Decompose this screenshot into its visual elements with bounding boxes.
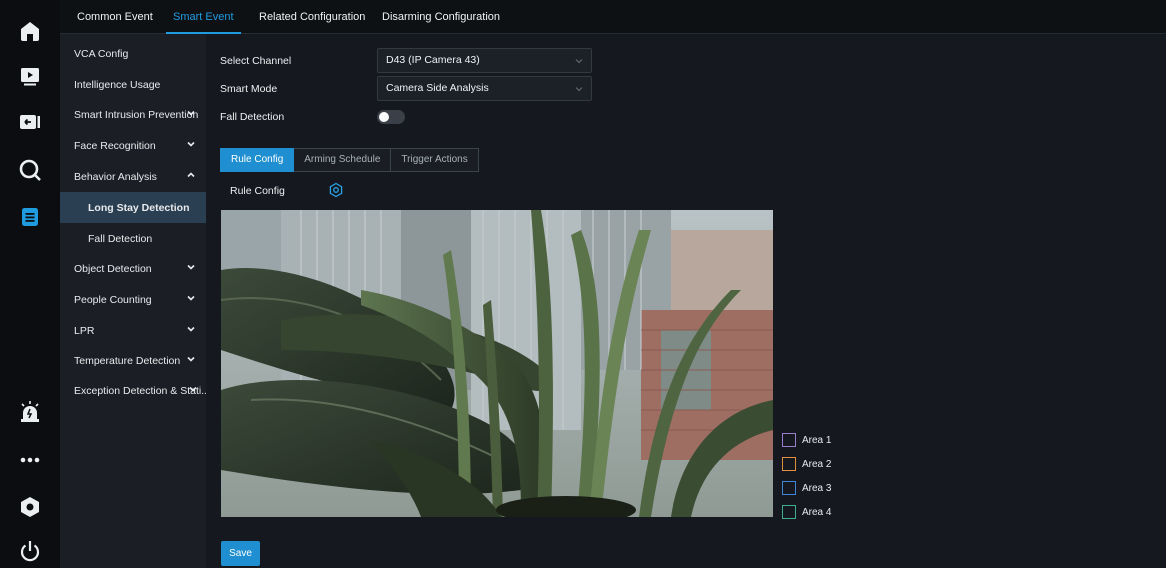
toggle-knob (379, 112, 389, 122)
menu-item-fall-detection[interactable]: Fall Detection (60, 223, 206, 254)
chevron-down-icon (187, 264, 195, 270)
menu-item-label: Intelligence Usage (74, 78, 161, 91)
menu-item-label: People Counting (74, 293, 152, 306)
menu-item-label: Behavior Analysis (74, 170, 157, 183)
chevron-down-icon (575, 59, 583, 64)
menu-item-behavior-analysis[interactable]: Behavior Analysis (60, 161, 206, 192)
menu-item-people-counting[interactable]: People Counting (60, 284, 206, 315)
event-document-icon[interactable] (16, 203, 44, 231)
chevron-down-icon (187, 326, 195, 332)
more-icon[interactable] (16, 446, 44, 474)
menu-item-vca-config[interactable]: VCA Config (60, 38, 206, 69)
menu-item-label: Fall Detection (88, 232, 153, 245)
chevron-down-icon (187, 356, 195, 362)
area-2-label: Area 2 (802, 458, 832, 470)
playback-icon[interactable] (16, 62, 44, 90)
area-3-label: Area 3 (802, 482, 832, 494)
menu-item-temperature-detection[interactable]: Temperature Detection (60, 345, 206, 376)
left-rail (0, 0, 60, 568)
rule-config-label: Rule Config (230, 185, 285, 197)
select-channel-label: Select Channel (220, 55, 292, 67)
save-button[interactable]: Save (221, 541, 260, 566)
area-3-item[interactable]: Area 3 (782, 476, 831, 500)
channel-select-value: D43 (IP Camera 43) (386, 54, 480, 66)
home-icon[interactable] (16, 17, 44, 45)
smart-mode-label: Smart Mode (220, 83, 278, 95)
chevron-down-icon (189, 386, 197, 392)
rule-subtabs: Rule Config Arming Schedule Trigger Acti… (220, 148, 479, 172)
tab-related-configuration[interactable]: Related Configuration (259, 0, 365, 34)
tab-smart-event[interactable]: Smart Event (166, 0, 241, 34)
area-1-swatch (782, 433, 796, 447)
search-icon[interactable] (16, 156, 44, 184)
area-4-item[interactable]: Area 4 (782, 500, 831, 524)
alarm-icon[interactable] (16, 398, 44, 426)
area-2-item[interactable]: Area 2 (782, 452, 831, 476)
camera-preview[interactable] (221, 210, 773, 517)
chevron-down-icon (187, 295, 195, 301)
menu-item-label: Temperature Detection (74, 354, 181, 367)
menu-item-label: Object Detection (74, 262, 152, 275)
area-2-swatch (782, 457, 796, 471)
tab-trigger-actions[interactable]: Trigger Actions (391, 148, 479, 172)
menu-item-label: VCA Config (74, 47, 129, 60)
tab-rule-config[interactable]: Rule Config (220, 148, 295, 172)
menu-item-label: Face Recognition (74, 139, 156, 152)
menu-item-label: Long Stay Detection (88, 201, 190, 214)
menu-item-exception-detection[interactable]: Exception Detection & Stati... (60, 375, 210, 406)
area-4-label: Area 4 (802, 506, 832, 518)
chevron-down-icon (187, 141, 195, 147)
smart-mode-select-value: Camera Side Analysis (386, 82, 489, 94)
area-4-swatch (782, 505, 796, 519)
power-icon[interactable] (16, 537, 44, 565)
side-menu: VCA Config Intelligence Usage Smart Intr… (60, 34, 210, 568)
camera-preview-image (221, 210, 773, 517)
menu-item-smart-intrusion-prevention[interactable]: Smart Intrusion Prevention (60, 99, 206, 130)
menu-item-face-recognition[interactable]: Face Recognition (60, 130, 206, 161)
tab-common-event[interactable]: Common Event (77, 0, 153, 34)
chevron-up-icon (187, 172, 195, 178)
fall-detection-toggle[interactable] (377, 110, 405, 124)
top-tab-bar: Common Event Smart Event Related Configu… (60, 0, 1166, 34)
tab-arming-schedule[interactable]: Arming Schedule (294, 148, 392, 172)
smart-mode-select[interactable]: Camera Side Analysis (377, 76, 592, 101)
area-1-item[interactable]: Area 1 (782, 428, 831, 452)
fall-detection-label: Fall Detection (220, 111, 285, 123)
rule-settings-icon[interactable] (328, 182, 344, 198)
settings-hexagon-icon[interactable] (16, 493, 44, 521)
menu-item-label: Smart Intrusion Prevention (74, 108, 199, 121)
menu-item-intelligence-usage[interactable]: Intelligence Usage (60, 69, 206, 100)
chevron-down-icon (187, 110, 195, 116)
menu-item-label: LPR (74, 324, 95, 337)
menu-item-long-stay-detection[interactable]: Long Stay Detection (60, 192, 206, 223)
chevron-down-icon (575, 87, 583, 92)
main-panel: Select Channel D43 (IP Camera 43) Smart … (206, 34, 1166, 568)
area-legend: Area 1 Area 2 Area 3 Area 4 (782, 428, 831, 524)
area-1-label: Area 1 (802, 434, 832, 446)
tab-disarming-configuration[interactable]: Disarming Configuration (382, 0, 500, 34)
channel-select[interactable]: D43 (IP Camera 43) (377, 48, 592, 73)
backup-icon[interactable] (16, 108, 44, 136)
menu-item-lpr[interactable]: LPR (60, 315, 206, 346)
area-3-swatch (782, 481, 796, 495)
menu-item-object-detection[interactable]: Object Detection (60, 253, 206, 284)
